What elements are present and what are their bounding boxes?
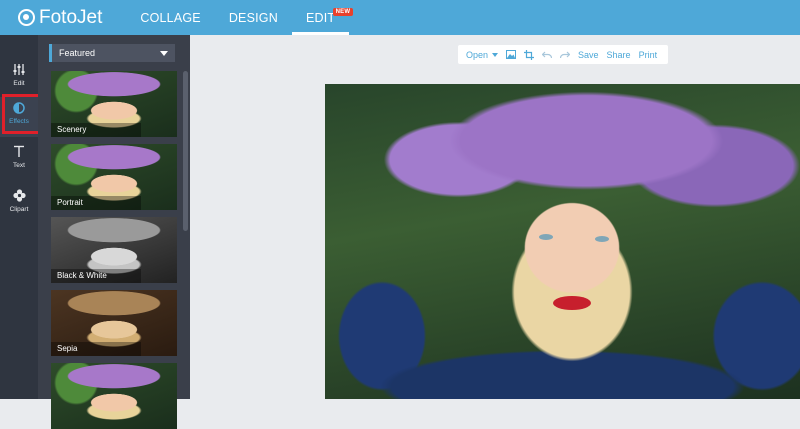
rail-item-effects[interactable]: Effects xyxy=(0,97,38,137)
rail-item-clipart-label: Clipart xyxy=(9,206,29,213)
app-logo[interactable]: FotoJet xyxy=(18,7,102,29)
rail-item-edit-label: Edit xyxy=(13,80,25,87)
save-button[interactable]: Save xyxy=(578,50,599,60)
new-badge: NEW xyxy=(332,8,354,16)
category-dropdown[interactable]: Featured xyxy=(49,44,175,62)
flower-icon xyxy=(0,189,38,205)
print-button[interactable]: Print xyxy=(639,50,658,60)
effect-label: Scenery xyxy=(51,123,141,137)
nav-edit-label: EDIT xyxy=(305,10,336,25)
app-name: FotoJet xyxy=(39,6,103,28)
photo-detail xyxy=(539,234,553,240)
effect-label: Sepia xyxy=(51,342,141,356)
photo-canvas[interactable] xyxy=(325,84,800,399)
open-button[interactable]: Open xyxy=(466,49,499,60)
crop-icon[interactable] xyxy=(524,49,535,60)
top-bar: FotoJet COLLAGE DESIGN EDIT NEW xyxy=(0,0,800,35)
effect-thumb-portrait[interactable]: Portrait xyxy=(51,144,177,210)
rail-item-clipart[interactable]: Clipart xyxy=(0,185,38,225)
caret-down-icon xyxy=(160,51,168,56)
open-label: Open xyxy=(466,49,489,60)
half-circle-icon xyxy=(0,101,38,117)
effect-label: Black & White xyxy=(51,269,141,283)
share-button[interactable]: Share xyxy=(607,50,631,60)
text-t-icon xyxy=(0,145,38,161)
redo-icon[interactable] xyxy=(560,51,571,59)
undo-icon[interactable] xyxy=(542,51,553,59)
nav-collage[interactable]: COLLAGE xyxy=(126,0,214,35)
effect-thumb-black-white[interactable]: Black & White xyxy=(51,217,177,283)
effect-preview-image xyxy=(51,363,177,429)
rail-item-edit[interactable]: Edit xyxy=(0,59,38,99)
rail-item-effects-label: Effects xyxy=(9,118,29,125)
nav-collage-label: COLLAGE xyxy=(140,10,201,25)
effect-label: Portrait xyxy=(51,196,141,210)
caret-down-icon xyxy=(492,52,499,57)
nav-design-label: DESIGN xyxy=(228,10,278,25)
rail-item-text-label: Text xyxy=(13,162,25,169)
nav-edit[interactable]: EDIT NEW xyxy=(291,0,354,35)
rail-item-text[interactable]: Text xyxy=(0,141,38,181)
edit-toolbar: Open Save Share Print xyxy=(458,45,668,64)
photo-detail xyxy=(595,236,609,242)
tool-rail: Edit Effects Text Clipart xyxy=(0,35,38,399)
effect-thumb-next[interactable] xyxy=(51,363,177,429)
sliders-icon xyxy=(0,63,38,79)
effect-thumb-sepia[interactable]: Sepia xyxy=(51,290,177,356)
image-icon[interactable] xyxy=(506,50,517,59)
panel-scrollbar[interactable] xyxy=(183,71,188,231)
photo-detail xyxy=(553,296,591,310)
fotojet-logo-icon xyxy=(18,9,35,26)
category-dropdown-value: Featured xyxy=(59,48,96,58)
effects-panel: Featured Scenery Portrait Black & White … xyxy=(38,35,190,429)
effect-thumb-scenery[interactable]: Scenery xyxy=(51,71,177,137)
main-nav: COLLAGE DESIGN EDIT NEW xyxy=(126,0,354,35)
nav-design[interactable]: DESIGN xyxy=(215,0,292,35)
